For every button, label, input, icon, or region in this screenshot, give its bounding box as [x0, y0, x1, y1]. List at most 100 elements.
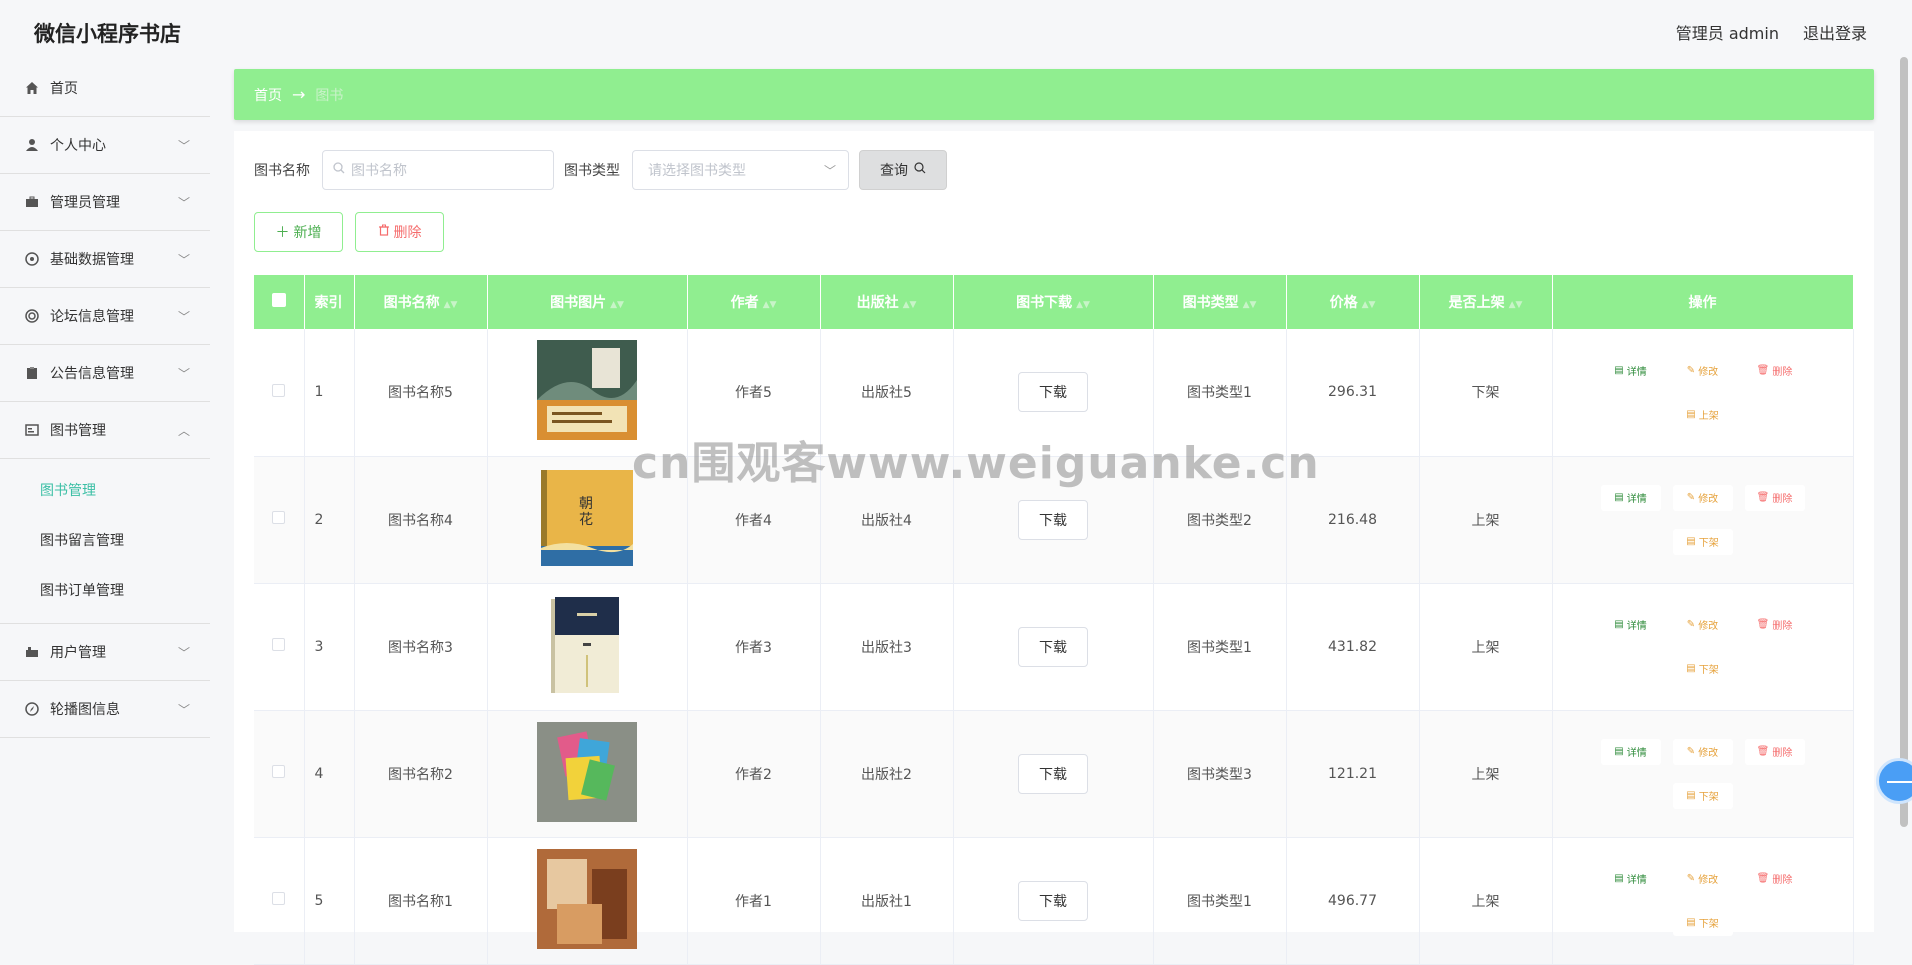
floating-assistant-icon[interactable]	[1876, 758, 1912, 804]
sidebar-item-books[interactable]: 图书管理 ︿	[0, 402, 210, 459]
batch-delete-button[interactable]: 删除	[355, 212, 444, 252]
column-header-on-shelf[interactable]: 是否上架 ▲▼	[1419, 275, 1553, 329]
sort-icon[interactable]: ▲▼	[1509, 300, 1523, 310]
row-checkbox[interactable]	[272, 765, 286, 778]
shelf-toggle-button[interactable]: ▤ 上架	[1672, 401, 1733, 428]
logout-button[interactable]: 退出登录	[1803, 20, 1867, 44]
row-checkbox[interactable]	[272, 638, 286, 651]
edit-button[interactable]: ✎ 修改	[1672, 865, 1733, 892]
content-panel: 图书名称 图书名称 图书类型 请选择图书类型 ﹀ 查询 ＋ 新增 删除 索引 图…	[234, 131, 1874, 965]
document-icon: ▤	[1614, 746, 1624, 757]
download-button[interactable]: 下载	[1018, 626, 1088, 667]
sort-icon[interactable]: ▲▼	[903, 300, 917, 310]
detail-button[interactable]: ▤ 详情	[1600, 611, 1661, 638]
download-button[interactable]: 下载	[1018, 753, 1088, 794]
submenu-item-book-orders[interactable]: 图书订单管理	[0, 565, 210, 615]
sidebar: 首页 个人中心 ﹀ 管理员管理 ﹀ 基础数据管理 ﹀ 论坛信息管理 ﹀ 公告信息…	[0, 60, 210, 932]
row-checkbox[interactable]	[272, 892, 286, 905]
search-icon	[914, 162, 926, 178]
document-icon: ▤	[1686, 408, 1696, 420]
submenu-item-book-management[interactable]: 图书管理	[0, 465, 210, 515]
select-all-header[interactable]	[254, 275, 305, 329]
delete-button[interactable]: 🗑 删除	[1744, 738, 1805, 765]
trash-icon: 🗑	[1756, 873, 1770, 884]
download-button[interactable]: 下载	[1018, 372, 1088, 413]
shelf-toggle-button[interactable]: ▤ 下架	[1672, 655, 1733, 682]
table-row: 3 图书名称3 作者3 出版社3 下载 图书类型1 431.82 上架 ▤ 详情…	[254, 583, 1854, 711]
sort-icon[interactable]: ▲▼	[1076, 300, 1090, 310]
breadcrumb-home[interactable]: 首页	[254, 85, 282, 105]
row-index: 2	[304, 456, 355, 584]
book-type-select[interactable]: 请选择图书类型 ﹀	[632, 150, 849, 190]
add-button[interactable]: ＋ 新增	[254, 212, 343, 252]
edit-icon: ✎	[1686, 746, 1696, 757]
query-button[interactable]: 查询	[859, 150, 947, 190]
sidebar-item-personal-center[interactable]: 个人中心 ﹀	[0, 117, 210, 174]
detail-button[interactable]: ▤ 详情	[1600, 865, 1661, 892]
delete-button[interactable]: 🗑 删除	[1744, 357, 1805, 384]
svg-text:朝: 朝	[579, 496, 593, 512]
column-header-download[interactable]: 图书下载 ▲▼	[953, 275, 1154, 329]
document-icon: ▤	[1614, 873, 1624, 884]
chevron-down-icon: ﹀	[177, 253, 190, 267]
book-cover-image	[537, 848, 637, 949]
detail-button[interactable]: ▤ 详情	[1600, 357, 1661, 384]
trash-icon: 🗑	[1756, 619, 1770, 630]
book-name-input[interactable]: 图书名称	[322, 150, 554, 190]
edit-button[interactable]: ✎ 修改	[1672, 484, 1733, 511]
row-index: 3	[304, 583, 355, 711]
edit-icon: ✎	[1686, 619, 1696, 630]
select-all-checkbox[interactable]	[271, 293, 286, 307]
row-status: 下架	[1419, 329, 1553, 457]
edit-button[interactable]: ✎ 修改	[1672, 611, 1733, 638]
delete-button[interactable]: 🗑 删除	[1744, 484, 1805, 511]
book-type-label: 图书类型	[564, 163, 620, 179]
submenu-item-book-messages[interactable]: 图书留言管理	[0, 515, 210, 565]
trash-icon: 🗑	[1756, 746, 1770, 757]
add-label: 新增	[293, 225, 322, 241]
shelf-toggle-button[interactable]: ▤ 下架	[1672, 528, 1733, 555]
document-icon: ▤	[1614, 364, 1624, 376]
row-checkbox[interactable]	[272, 511, 286, 524]
delete-button[interactable]: 🗑 删除	[1744, 611, 1805, 638]
sidebar-item-users[interactable]: 用户管理 ﹀	[0, 624, 210, 681]
detail-button[interactable]: ▤ 详情	[1600, 738, 1661, 765]
sidebar-item-notice[interactable]: 公告信息管理 ﹀	[0, 345, 210, 402]
column-header-type[interactable]: 图书类型 ▲▼	[1153, 275, 1287, 329]
row-index: 1	[304, 329, 355, 457]
row-status: 上架	[1419, 456, 1553, 584]
sidebar-item-carousel[interactable]: 轮播图信息 ﹀	[0, 681, 210, 738]
column-header-price[interactable]: 价格 ▲▼	[1286, 275, 1420, 329]
sort-icon[interactable]: ▲▼	[763, 300, 777, 310]
edit-button[interactable]: ✎ 修改	[1672, 738, 1733, 765]
sort-icon[interactable]: ▲▼	[610, 300, 624, 310]
column-header-image[interactable]: 图书图片 ▲▼	[487, 275, 688, 329]
sidebar-item-label: 个人中心	[50, 138, 106, 154]
column-header-publisher[interactable]: 出版社 ▲▼	[820, 275, 954, 329]
download-button[interactable]: 下载	[1018, 880, 1088, 921]
row-status: 上架	[1419, 583, 1553, 711]
sort-icon[interactable]: ▲▼	[1243, 300, 1257, 310]
delete-button[interactable]: 🗑 删除	[1744, 865, 1805, 892]
column-header-name[interactable]: 图书名称 ▲▼	[354, 275, 488, 329]
sidebar-item-home[interactable]: 首页	[0, 60, 210, 117]
sidebar-item-forum[interactable]: 论坛信息管理 ﹀	[0, 288, 210, 345]
shelf-toggle-button[interactable]: ▤ 下架	[1672, 782, 1733, 809]
vertical-scrollbar[interactable]	[1900, 57, 1908, 827]
sort-icon[interactable]: ▲▼	[1362, 300, 1376, 310]
chevron-down-icon: ﹀	[177, 367, 190, 381]
app-title: 微信小程序书店	[34, 22, 181, 46]
sidebar-item-base-data[interactable]: 基础数据管理 ﹀	[0, 231, 210, 288]
row-checkbox[interactable]	[272, 383, 286, 397]
column-header-author[interactable]: 作者 ▲▼	[687, 275, 821, 329]
edit-button[interactable]: ✎ 修改	[1672, 357, 1733, 384]
sidebar-item-admin-management[interactable]: 管理员管理 ﹀	[0, 174, 210, 231]
row-book-name: 图书名称1	[354, 837, 488, 965]
download-button[interactable]: 下载	[1018, 499, 1088, 540]
aperture-icon	[24, 251, 40, 267]
detail-button[interactable]: ▤ 详情	[1600, 484, 1661, 511]
document-icon: ▤	[1686, 790, 1696, 801]
sort-icon[interactable]: ▲▼	[444, 300, 458, 310]
admin-label[interactable]: 管理员 admin	[1676, 20, 1779, 44]
book-cover-image	[537, 721, 637, 822]
